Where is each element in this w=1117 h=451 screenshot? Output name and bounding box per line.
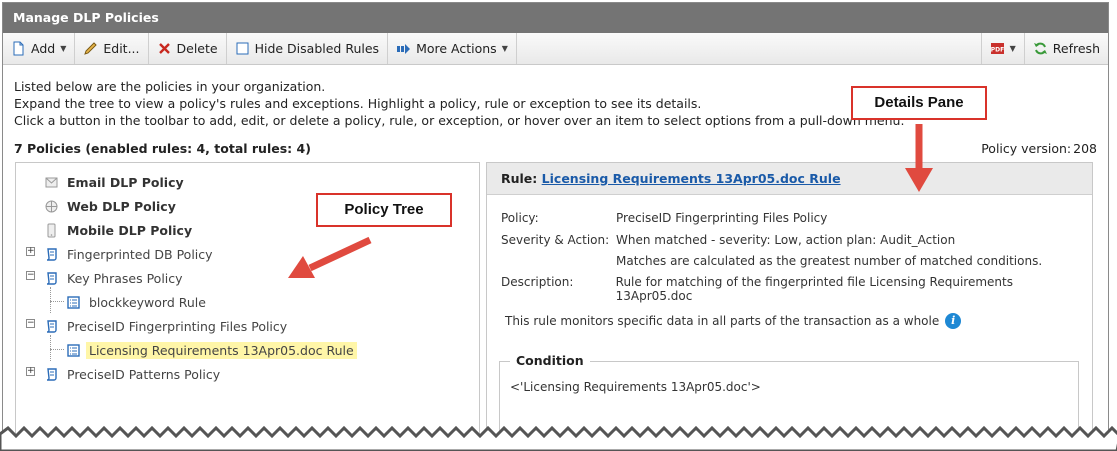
torn-edge-decoration (0, 425, 1117, 451)
callout-arrows (288, 124, 933, 278)
details-pane-arrow (905, 124, 933, 192)
policy-tree-arrow (288, 236, 372, 278)
